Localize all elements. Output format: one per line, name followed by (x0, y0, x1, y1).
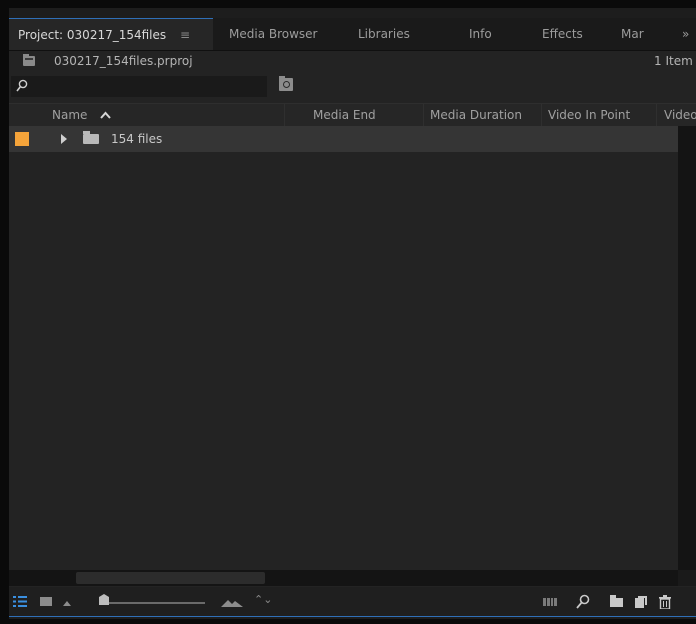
tab-info[interactable]: Info (469, 18, 492, 50)
bin-folder-icon (83, 131, 99, 144)
project-bin-icon (23, 54, 35, 66)
sort-icon[interactable]: ⌃⌄ (254, 594, 272, 605)
column-header-name[interactable]: Name (9, 104, 284, 126)
vertical-scrollbar[interactable] (678, 126, 696, 570)
new-item-icon[interactable] (635, 596, 647, 608)
tab-libraries-label: Libraries (358, 27, 410, 41)
column-video-out-label: Video (664, 108, 696, 122)
project-panel: Project: 030217_154files ≡ Media Browser… (9, 18, 696, 617)
tab-media-browser-label: Media Browser (229, 27, 318, 41)
window-bottom-border (0, 619, 696, 624)
sort-ascending-icon (100, 105, 111, 127)
item-count: 1 Item (654, 54, 693, 68)
search-icon (16, 79, 28, 92)
search-input[interactable] (11, 76, 267, 97)
horizontal-scrollbar[interactable] (9, 570, 678, 586)
column-media-duration-label: Media Duration (430, 108, 522, 122)
column-name-label: Name (52, 108, 88, 122)
project-item-list: 154 files (9, 126, 678, 570)
zoom-out-icon[interactable] (63, 601, 71, 606)
label-color-swatch[interactable] (15, 132, 29, 146)
item-name: 154 files (111, 132, 163, 146)
column-header-row: Name Media End Media Duration Video In P… (9, 103, 696, 127)
tab-libraries[interactable]: Libraries (358, 18, 410, 50)
panel-tab-bar: Project: 030217_154files ≡ Media Browser… (9, 18, 696, 51)
tab-media-browser[interactable]: Media Browser (229, 18, 317, 50)
project-breadcrumb: 030217_154files.prproj 1 Item (9, 51, 696, 73)
project-panel-toolbar: ⌃⌄ (9, 587, 696, 617)
zoom-slider-handle[interactable] (99, 594, 109, 605)
tab-project[interactable]: Project: 030217_154files ≡ (9, 18, 213, 50)
column-header-media-end[interactable]: Media End (284, 104, 423, 126)
column-header-video-in-point[interactable]: Video In Point (541, 104, 656, 126)
icon-view-icon[interactable] (40, 597, 52, 606)
new-search-bin-icon[interactable] (279, 76, 293, 91)
column-video-in-point-label: Video In Point (548, 108, 631, 122)
double-chevron-right-icon: » (682, 27, 690, 41)
new-bin-icon[interactable] (610, 595, 623, 607)
disclosure-triangle-icon[interactable] (61, 134, 67, 144)
column-header-video-out[interactable]: Video (656, 104, 696, 126)
zoom-in-icon[interactable] (221, 599, 243, 607)
tab-effects[interactable]: Effects (542, 18, 583, 50)
window-top-border (0, 0, 696, 8)
column-header-media-duration[interactable]: Media Duration (423, 104, 541, 126)
list-item[interactable]: 154 files (9, 126, 678, 152)
scrollbar-corner (678, 570, 696, 586)
tab-markers[interactable]: Mar (621, 18, 644, 50)
column-media-end-label: Media End (313, 108, 376, 122)
tab-project-label: Project: 030217_154files (18, 28, 167, 42)
project-file-name: 030217_154files.prproj (54, 54, 193, 68)
panel-menu-icon[interactable]: ≡ (180, 28, 190, 42)
tab-effects-label: Effects (542, 27, 583, 41)
zoom-slider-track[interactable] (100, 602, 205, 604)
freeform-view-icon[interactable] (543, 598, 557, 606)
find-icon[interactable] (576, 594, 590, 609)
window-left-border (0, 0, 9, 624)
list-view-icon[interactable] (13, 596, 27, 607)
search-row (9, 74, 696, 98)
horizontal-scrollbar-thumb[interactable] (76, 572, 265, 584)
clear-trash-icon[interactable] (659, 595, 671, 609)
tab-markers-label: Mar (621, 27, 644, 41)
tab-info-label: Info (469, 27, 492, 41)
tab-overflow-button[interactable]: » (682, 18, 689, 50)
